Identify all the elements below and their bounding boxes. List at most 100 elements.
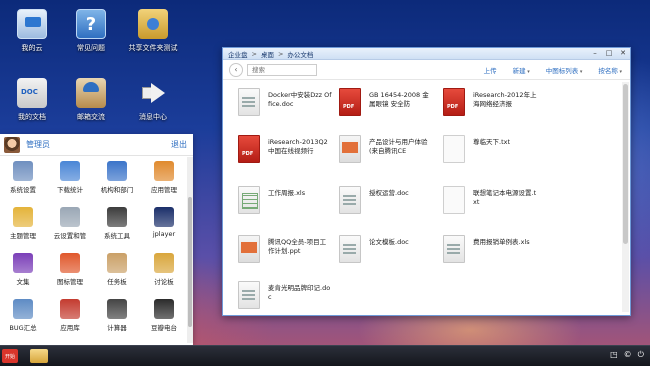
app-management-icon — [154, 161, 174, 181]
pdf-file-icon — [443, 88, 465, 116]
app-tile[interactable]: BUG汇总 — [0, 296, 46, 342]
file-name: iResearch-2012年上海网络经济报 — [473, 91, 537, 108]
desktop-icon-label: 常见问题 — [77, 44, 105, 52]
file-name: 费用报销单例表.xls — [473, 238, 530, 246]
logout-button[interactable]: 退出 — [171, 139, 187, 150]
panel-scrollbar[interactable] — [187, 157, 193, 343]
search-input[interactable] — [247, 63, 317, 76]
file-item[interactable]: 尊临天下.txt — [443, 135, 543, 179]
start-button[interactable]: 开始 — [2, 349, 18, 363]
desktop-icon-message-center[interactable]: 消息中心 — [121, 78, 185, 122]
doc-file-icon — [238, 281, 260, 309]
app-grid: 系统设置 下载统计 机构和部门 应用管理主题管理 云设置和管 系统工具 jplayer 文集 图… — [0, 158, 186, 342]
file-item[interactable]: 费用报销单例表.xls — [443, 235, 543, 279]
doc-file-icon — [443, 235, 465, 263]
app-label: 下载统计 — [57, 186, 83, 194]
notification-icon[interactable]: ◳ — [610, 350, 618, 360]
power-icon[interactable]: ⏻ — [638, 350, 644, 360]
app-tile[interactable]: 机构和部门 — [94, 158, 140, 204]
app-tile[interactable]: 下载统计 — [47, 158, 93, 204]
desktop-icon-my-documents[interactable]: 我的文档 — [0, 78, 64, 122]
app-tile[interactable]: 计算器 — [94, 296, 140, 342]
file-item[interactable]: 工作周报.xls — [238, 186, 338, 230]
cloud-settings-icon — [60, 207, 80, 227]
app-label: 文集 — [16, 278, 30, 286]
copyright-icon[interactable]: © — [624, 350, 632, 360]
breadcrumb-office-docs[interactable]: 办公文档 — [287, 49, 313, 59]
file-item[interactable]: 联想笔记本电源设置.txt — [443, 186, 543, 230]
app-label: 任务板 — [107, 278, 127, 286]
theme-icon — [13, 207, 33, 227]
app-tile[interactable]: 云设置和管 — [47, 204, 93, 250]
desktop-icon-my-cloud[interactable]: 我的云 — [0, 9, 64, 53]
taskbar: 开始 ◳ © ⏻ — [0, 345, 650, 366]
doc-file-icon — [339, 235, 361, 263]
file-item[interactable]: 产品设计与用户体验(来自腾讯CE — [339, 135, 439, 179]
app-tile[interactable]: 文集 — [0, 250, 46, 296]
file-item[interactable]: 授权运营.doc — [339, 186, 439, 230]
file-item[interactable]: 腾讯QQ全员-项目工作计划.ppt — [238, 235, 338, 279]
app-tile[interactable]: 系统工具 — [94, 204, 140, 250]
upload-button[interactable]: 上传 — [484, 65, 497, 75]
panel-username[interactable]: 管理员 — [26, 139, 50, 150]
close-icon[interactable]: ✕ — [619, 49, 627, 57]
ppt-file-icon — [339, 135, 361, 163]
app-tile[interactable]: 图标管理 — [47, 250, 93, 296]
app-tile[interactable]: 主题管理 — [0, 204, 46, 250]
bug-summary-icon — [13, 299, 33, 319]
desktop-icon-label: 我的文档 — [18, 113, 46, 121]
avatar[interactable] — [4, 136, 20, 153]
scrollbar-thumb[interactable] — [188, 197, 192, 327]
app-tile[interactable]: 讨论板 — [141, 250, 187, 296]
task-board-icon — [107, 253, 127, 273]
minimize-icon[interactable]: – — [591, 49, 599, 57]
file-item[interactable]: 麦肯光明品牌印记.doc — [238, 281, 338, 325]
download-stats-icon — [60, 161, 80, 181]
app-tile[interactable]: 应用库 — [47, 296, 93, 342]
breadcrumb-separator: > — [277, 49, 284, 58]
file-item[interactable]: iResearch-2012年上海网络经济报 — [443, 88, 543, 132]
desktop-icon-faq[interactable]: 常见问题 — [59, 9, 123, 53]
app-label: 系统设置 — [10, 186, 36, 194]
file-item[interactable]: Docker中安装Dzz Office.doc — [238, 88, 338, 132]
doc-file-icon — [238, 88, 260, 116]
app-label: 讨论板 — [154, 278, 174, 286]
file-item[interactable]: GB 16454-2008 金属眼镜 安全防 — [339, 88, 439, 132]
maximize-icon[interactable]: □ — [605, 49, 613, 57]
file-item[interactable]: iResearch-2013Q2中国在线视频行 — [238, 135, 338, 179]
app-tile[interactable]: 豆瓣电台 — [141, 296, 187, 342]
app-tile[interactable]: 系统设置 — [0, 158, 46, 204]
explorer-scrollbar[interactable] — [622, 82, 629, 312]
new-dropdown[interactable]: 新建 — [513, 65, 530, 75]
message-center-icon — [138, 78, 168, 108]
app-tile[interactable]: jplayer — [141, 204, 187, 250]
cloud-monitor-icon — [17, 9, 47, 39]
file-name: 产品设计与用户体验(来自腾讯CE — [369, 138, 428, 155]
file-name: 尊临天下.txt — [473, 138, 511, 146]
app-label: 系统工具 — [104, 232, 130, 240]
app-tile[interactable]: 应用管理 — [141, 158, 187, 204]
desktop-icon-shared-folder[interactable]: 共享文件夹测试 — [121, 9, 185, 53]
system-tray: ◳ © ⏻ — [610, 350, 644, 360]
toolbar-actions: 上传 新建 中图标列表 按名称 — [484, 60, 622, 80]
window-titlebar[interactable]: 企业盘 > 桌面 > 办公文档 – □ ✕ — [223, 48, 630, 60]
file-item[interactable]: 论文模板.doc — [339, 235, 439, 279]
file-grid: Docker中安装Dzz Office.doc GB 16454-2008 金属… — [233, 83, 623, 311]
txt-file-icon — [443, 135, 465, 163]
breadcrumb-desktop[interactable]: 桌面 — [261, 49, 274, 59]
icon-management-icon — [60, 253, 80, 273]
breadcrumb-enterprise-drive[interactable]: 企业盘 — [228, 49, 248, 59]
file-name: 联想笔记本电源设置.txt — [473, 189, 537, 206]
folder-icon[interactable] — [30, 349, 48, 363]
scrollbar-thumb[interactable] — [623, 84, 628, 244]
desktop-icon-mail[interactable]: 邮箱交流 — [59, 78, 123, 122]
app-tile[interactable]: 任务板 — [94, 250, 140, 296]
sort-dropdown[interactable]: 按名称 — [598, 65, 622, 75]
settings-icon — [13, 161, 33, 181]
breadcrumb-separator: > — [251, 49, 257, 58]
app-label: 计算器 — [107, 324, 127, 332]
xls-file-icon — [238, 186, 260, 214]
documents-icon — [17, 78, 47, 108]
view-mode-dropdown[interactable]: 中图标列表 — [546, 65, 583, 75]
back-icon[interactable]: ‹ — [229, 62, 243, 77]
